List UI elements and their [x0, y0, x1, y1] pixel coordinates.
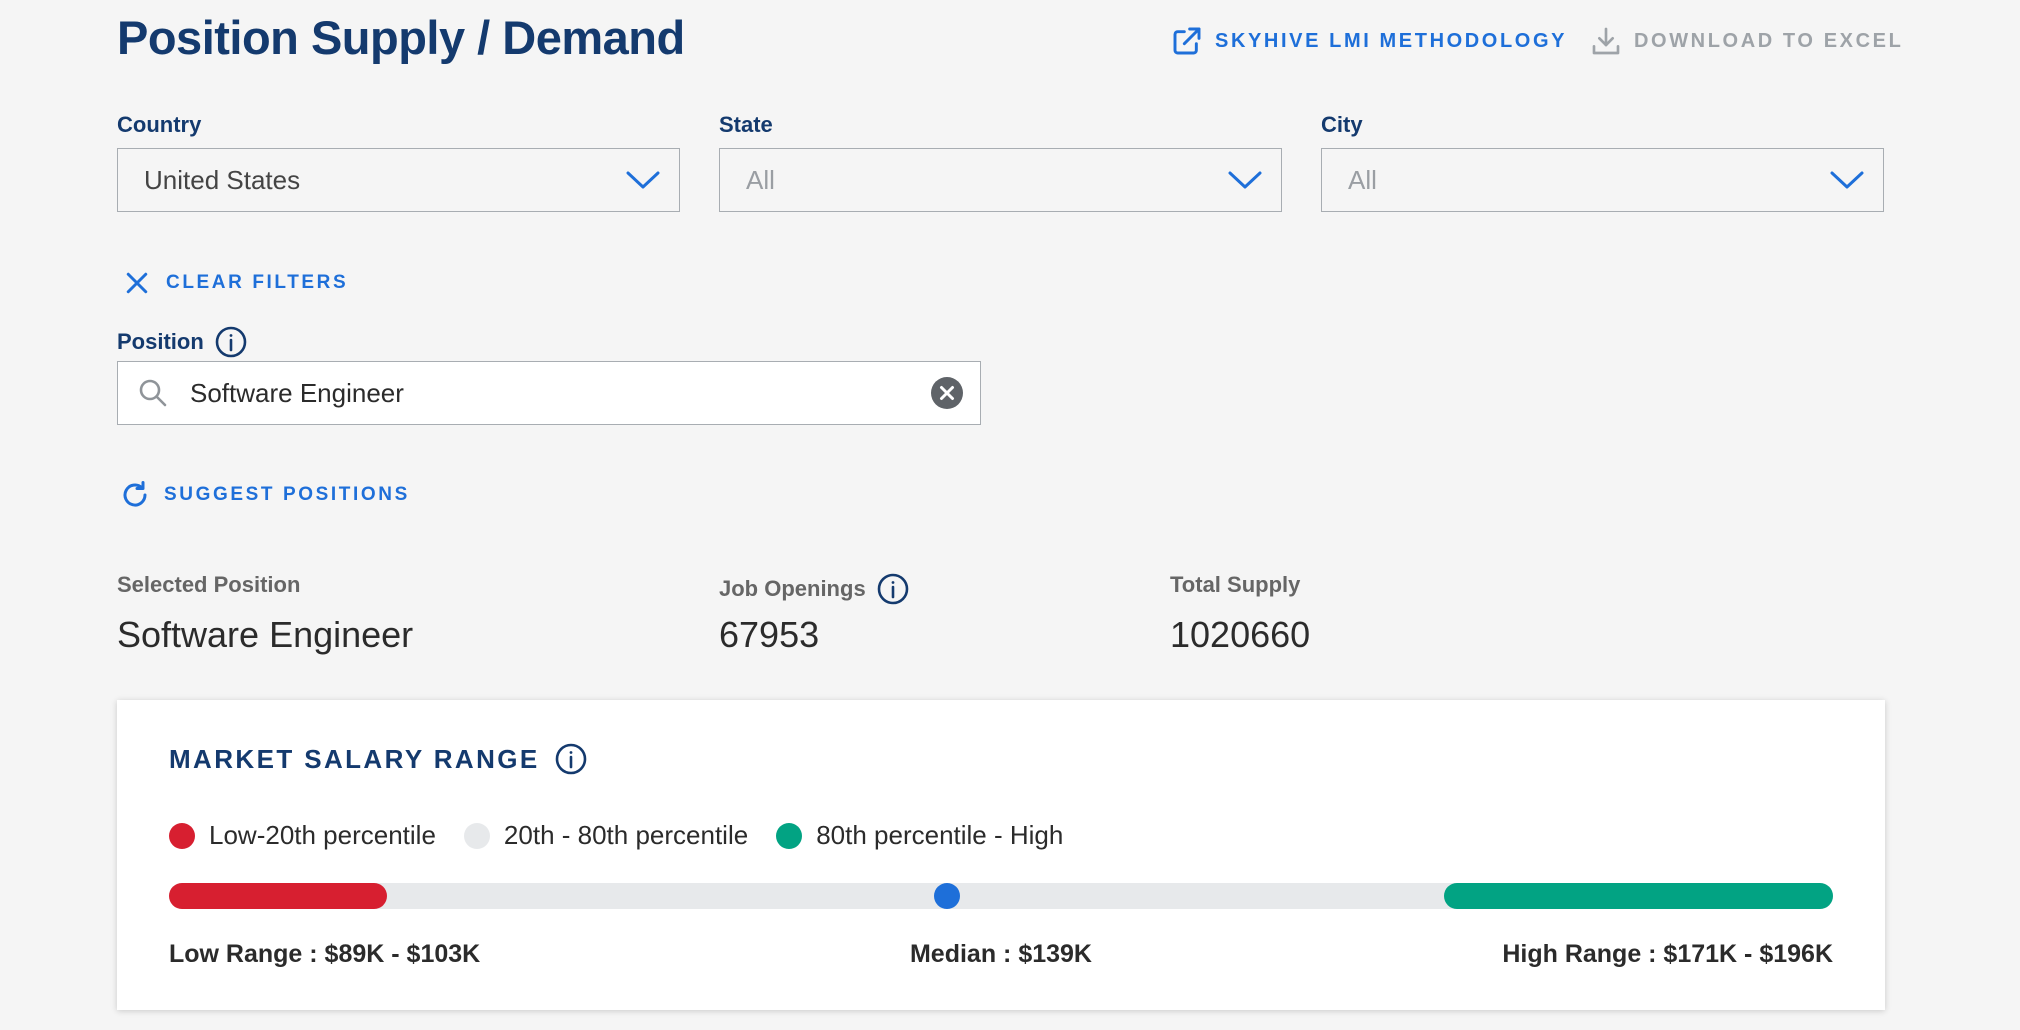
info-icon[interactable]	[554, 742, 588, 776]
external-link-icon	[1173, 27, 1201, 55]
methodology-label: SKYHIVE LMI METHODOLOGY	[1215, 29, 1568, 52]
download-excel-button[interactable]: DOWNLOAD TO EXCEL	[1590, 25, 1903, 57]
position-search-input[interactable]	[190, 377, 930, 409]
position-search-field[interactable]	[117, 361, 981, 425]
download-icon	[1592, 27, 1620, 55]
methodology-link[interactable]: SKYHIVE LMI METHODOLOGY	[1171, 25, 1567, 57]
position-label-row: Position	[117, 325, 248, 359]
legend-label-mid: 20th - 80th percentile	[503, 820, 749, 850]
state-value: All	[746, 164, 775, 195]
legend-dot-mid	[463, 822, 490, 849]
total-supply-value: 1020660	[1170, 614, 1311, 655]
legend-dot-high	[776, 822, 803, 849]
download-label: DOWNLOAD TO EXCEL	[1634, 29, 1904, 52]
chevron-down-icon	[626, 171, 660, 189]
page-title: Position Supply / Demand	[117, 11, 685, 64]
selected-position-label: Selected Position	[117, 572, 301, 597]
country-label: Country	[117, 112, 202, 137]
info-icon[interactable]	[876, 572, 910, 606]
city-value: All	[1348, 164, 1377, 195]
state-label: State	[719, 112, 773, 137]
suggest-positions-button[interactable]: SUGGEST POSITIONS	[120, 480, 410, 510]
position-label: Position	[117, 329, 204, 354]
total-supply-label: Total Supply	[1170, 572, 1301, 597]
legend-label-low: Low-20th percentile	[209, 820, 436, 850]
suggest-positions-label: SUGGEST POSITIONS	[164, 484, 410, 505]
clear-filters-label: CLEAR FILTERS	[166, 272, 349, 293]
job-openings-label-row: Job Openings	[719, 572, 910, 606]
city-select[interactable]: All	[1321, 148, 1884, 212]
country-select[interactable]: United States	[117, 148, 680, 212]
high-range-segment	[1444, 883, 1833, 909]
refresh-icon	[123, 481, 147, 507]
chevron-down-icon	[1830, 171, 1864, 189]
low-range-segment	[169, 883, 387, 909]
close-icon	[126, 272, 148, 294]
salary-legend: Low-20th percentile 20th - 80th percenti…	[169, 820, 1063, 851]
search-icon	[139, 379, 167, 407]
job-openings-value: 67953	[719, 614, 820, 655]
country-value: United States	[144, 164, 301, 195]
legend-item-mid: 20th - 80th percentile	[463, 820, 749, 851]
selected-position-value: Software Engineer	[117, 614, 414, 655]
info-icon[interactable]	[214, 325, 248, 359]
legend-label-high: 80th percentile - High	[816, 820, 1064, 850]
market-salary-title: MARKET SALARY RANGE	[169, 743, 540, 774]
legend-item-low: Low-20th percentile	[169, 820, 436, 851]
market-salary-card: MARKET SALARY RANGE Low-20th percentile …	[117, 700, 1885, 1010]
chevron-down-icon	[1228, 171, 1262, 189]
legend-item-high: 80th percentile - High	[776, 820, 1063, 851]
job-openings-label: Job Openings	[719, 576, 866, 601]
median-marker	[933, 883, 960, 909]
salary-range-bar	[169, 883, 1833, 909]
clear-filters-button[interactable]: CLEAR FILTERS	[122, 268, 348, 298]
state-select[interactable]: All	[719, 148, 1282, 212]
city-label: City	[1321, 112, 1363, 137]
high-range-text: High Range : $171K - $196K	[1502, 940, 1833, 968]
market-salary-title-row: MARKET SALARY RANGE	[169, 742, 588, 776]
clear-search-icon[interactable]	[930, 376, 964, 410]
legend-dot-low	[169, 822, 195, 849]
